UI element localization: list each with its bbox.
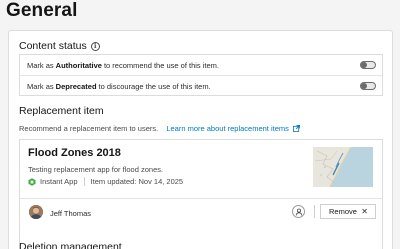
item-meta: Instant App Item updated: Nov 14, 2025 — [28, 177, 183, 186]
replacement-description-line: Recommend a replacement item to users. L… — [19, 124, 300, 133]
content-status-title: Content status — [19, 40, 87, 52]
learn-more-link[interactable]: Learn more about replacement items — [166, 124, 300, 133]
avatar — [29, 205, 43, 219]
remove-label: Remove — [329, 207, 357, 216]
item-title[interactable]: Flood Zones 2018 — [28, 147, 121, 159]
content-status-box: Mark as Authoritative to recommend the u… — [19, 54, 383, 96]
user-icon — [295, 208, 302, 215]
external-link-icon — [292, 125, 300, 132]
item-description: Testing replacement app for flood zones. — [28, 165, 164, 174]
close-icon: ✕ — [361, 207, 368, 216]
owner-name: Jeff Thomas — [50, 209, 91, 218]
content-status-heading: Content status i — [19, 40, 100, 52]
learn-more-link-text: Learn more about replacement items — [166, 124, 289, 133]
settings-card: Content status i Mark as Authoritative to… — [8, 30, 393, 249]
item-divider — [20, 198, 382, 199]
authoritative-emphasis: Authoritative — [55, 60, 102, 70]
authoritative-toggle[interactable] — [360, 61, 376, 69]
info-icon[interactable]: i — [90, 41, 100, 51]
authoritative-suffix: to recommend the use of this item. — [103, 60, 219, 70]
deprecated-toggle[interactable] — [360, 82, 376, 90]
replacement-item-card: Flood Zones 2018 Testing replacement app… — [19, 139, 383, 249]
item-thumbnail — [313, 147, 373, 187]
replacement-heading: Replacement item — [19, 105, 104, 117]
deprecated-prefix: Mark as — [27, 82, 54, 91]
map-thumbnail-image — [313, 147, 373, 187]
deprecated-emphasis: Deprecated — [55, 82, 97, 91]
item-updated: Item updated: Nov 14, 2025 — [90, 177, 184, 186]
item-type: Instant App — [40, 177, 78, 186]
user-profile-button[interactable] — [292, 205, 305, 218]
deletion-management-heading: Deletion management — [19, 241, 122, 249]
authoritative-prefix: Mark as — [27, 60, 54, 70]
remove-button[interactable]: Remove ✕ — [320, 204, 376, 219]
toggle-knob — [361, 83, 367, 89]
toggle-knob — [361, 62, 367, 68]
deprecated-suffix: to discourage the use of this item. — [98, 82, 211, 91]
action-separator — [314, 205, 315, 218]
meta-separator — [83, 177, 85, 186]
avatar-image — [29, 205, 43, 219]
deprecated-row: Mark as Deprecated to discourage the use… — [20, 76, 382, 97]
authoritative-row: Mark as Authoritative to recommend the u… — [20, 55, 382, 76]
instant-app-icon — [28, 177, 36, 186]
replacement-description: Recommend a replacement item to users. — [19, 124, 159, 133]
page-title: General — [6, 0, 78, 21]
